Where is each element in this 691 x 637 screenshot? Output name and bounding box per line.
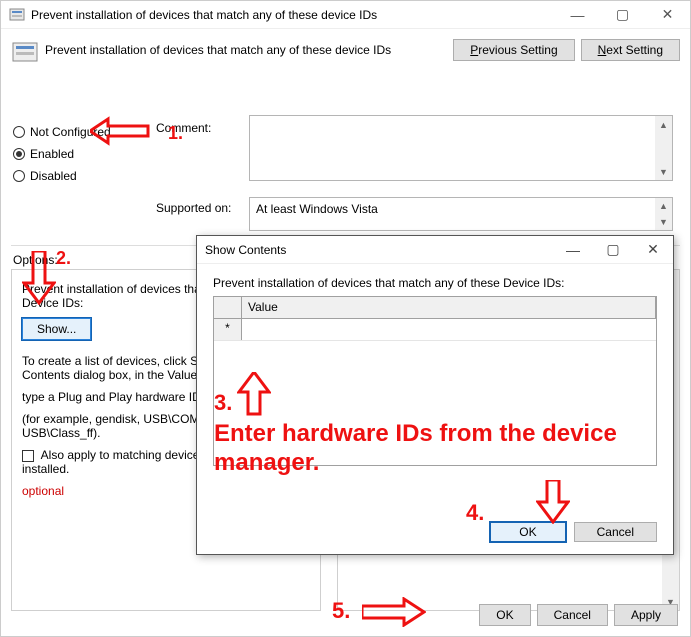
maximize-button[interactable]: ▢ [600, 1, 645, 28]
value-cell[interactable] [242, 319, 656, 340]
dialog-maximize-button[interactable]: ▢ [593, 236, 633, 263]
options-label: Options: [13, 253, 58, 267]
radio-disabled[interactable]: Disabled [13, 169, 111, 183]
policy-large-icon [11, 39, 39, 67]
state-radios: Not Configured Enabled Disabled [13, 117, 111, 191]
show-contents-dialog: Show Contents — ▢ ✕ Prevent installation… [196, 235, 674, 555]
radio-disabled-label: Disabled [30, 169, 77, 183]
grid-corner [214, 297, 242, 318]
previous-setting-button[interactable]: Previous Setting [453, 39, 574, 61]
apply-button[interactable]: Apply [614, 604, 678, 626]
dialog-title: Show Contents [205, 243, 286, 257]
row-marker: * [214, 319, 242, 340]
table-row[interactable]: * [214, 319, 656, 341]
dialog-minimize-button[interactable]: — [553, 236, 593, 263]
scroll-up-icon[interactable]: ▲ [655, 116, 672, 133]
grid-header: Value [214, 297, 656, 319]
value-column-header: Value [242, 297, 656, 318]
dialog-titlebar: Show Contents — ▢ ✕ [197, 236, 673, 264]
also-apply-checkbox[interactable] [22, 450, 34, 462]
supported-label: Supported on: [156, 201, 231, 215]
comment-textarea[interactable]: ▲ ▼ [249, 115, 673, 181]
window-title: Prevent installation of devices that mat… [31, 8, 377, 22]
dialog-close-button[interactable]: ✕ [633, 236, 673, 263]
policy-icon [9, 7, 25, 23]
policy-title: Prevent installation of devices that mat… [45, 39, 453, 57]
comment-scrollbar[interactable]: ▲ ▼ [655, 116, 672, 180]
supported-scrollbar[interactable]: ▲ ▼ [655, 198, 672, 230]
supported-box: At least Windows Vista ▲ ▼ [249, 197, 673, 231]
cancel-button[interactable]: Cancel [537, 604, 608, 626]
dialog-ok-button[interactable]: OK [490, 522, 565, 542]
value-grid: Value * [213, 296, 657, 466]
scroll-down-icon[interactable]: ▼ [655, 214, 672, 230]
scroll-up-icon[interactable]: ▲ [655, 198, 672, 214]
ok-button[interactable]: OK [479, 604, 530, 626]
dialog-cancel-button[interactable]: Cancel [574, 522, 657, 542]
next-setting-button[interactable]: Next Setting [581, 39, 680, 61]
radio-not-configured-label: Not Configured [30, 125, 111, 139]
dialog-desc: Prevent installation of devices that mat… [213, 276, 657, 290]
supported-value: At least Windows Vista [256, 202, 378, 216]
show-button[interactable]: Show... [22, 318, 91, 340]
radio-enabled[interactable]: Enabled [13, 147, 111, 161]
close-button[interactable]: ✕ [645, 1, 690, 28]
minimize-button[interactable]: — [555, 1, 600, 28]
radio-not-configured[interactable]: Not Configured [13, 125, 111, 139]
titlebar: Prevent installation of devices that mat… [1, 1, 690, 29]
radio-enabled-label: Enabled [30, 147, 74, 161]
scroll-down-icon[interactable]: ▼ [655, 163, 672, 180]
comment-label: Comment: [156, 121, 211, 135]
